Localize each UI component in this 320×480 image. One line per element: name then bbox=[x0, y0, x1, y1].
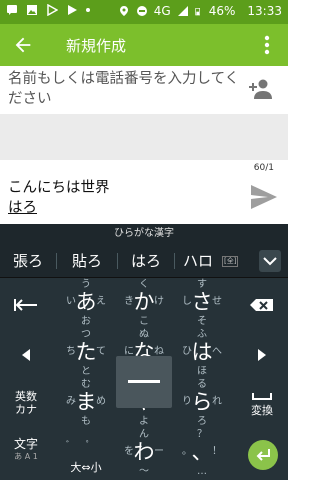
alnum-mode-key[interactable]: 英数 カナ bbox=[2, 380, 50, 430]
char-counter: 60/1 bbox=[253, 163, 274, 173]
henkan-label: 変換 bbox=[251, 404, 273, 417]
do-not-disturb-icon bbox=[136, 6, 147, 16]
back-tab-icon bbox=[14, 299, 37, 311]
input-mode-label: ひらがな漢字 bbox=[0, 224, 288, 244]
play-store-icon bbox=[47, 4, 58, 16]
back-arrow-icon[interactable] bbox=[12, 34, 34, 56]
case-toggle-label: 大⇔小 bbox=[70, 461, 102, 474]
battery-icon bbox=[195, 8, 200, 16]
candidate-item[interactable]: ハロ bbox=[175, 244, 221, 278]
moji-sub-label: あ A 1 bbox=[14, 452, 38, 461]
message-input[interactable]: こんにちは世界 はろ bbox=[8, 178, 110, 218]
key-main-label: あ bbox=[75, 290, 97, 314]
clock: 13:33 bbox=[247, 4, 282, 18]
image-icon bbox=[27, 5, 37, 15]
app-bar: 新規作成 bbox=[0, 24, 288, 66]
space-icon bbox=[252, 393, 272, 400]
popup-char bbox=[128, 380, 160, 383]
enter-icon bbox=[256, 449, 270, 461]
back-tab-key[interactable] bbox=[2, 280, 50, 330]
location-icon bbox=[119, 6, 128, 16]
key-ra[interactable]: るりれろ ら bbox=[170, 379, 234, 430]
status-bar: 4G 46% 13:33 bbox=[0, 0, 288, 24]
expand-candidates-button[interactable] bbox=[259, 250, 281, 272]
svg-text:ﾞ: ﾞ bbox=[66, 440, 71, 452]
key-ha[interactable]: ふひへほ は bbox=[170, 329, 234, 380]
more-vert-icon[interactable] bbox=[256, 33, 278, 57]
key-ka[interactable]: くきけこ か bbox=[112, 279, 176, 330]
convert-key[interactable]: 変換 bbox=[238, 380, 286, 430]
cursor-left-key[interactable] bbox=[2, 330, 50, 380]
candidate-item[interactable]: はろ bbox=[118, 244, 174, 278]
candidate-item[interactable]: 貼ろ bbox=[57, 244, 117, 278]
key-punctuation[interactable]: ？。！… 、 bbox=[170, 429, 234, 480]
page-title: 新規作成 bbox=[66, 37, 127, 55]
fullwidth-tag: [全] bbox=[222, 256, 239, 267]
message-text: こんにちは世界 bbox=[8, 180, 110, 196]
key-main-label: さ bbox=[191, 290, 213, 314]
dakuten-icon: ﾞﾟ bbox=[66, 440, 91, 452]
candidate-bar: 張ろ 貼ろ はろ ハロ [全] bbox=[0, 244, 288, 278]
cursor-right-key[interactable] bbox=[238, 330, 286, 380]
kana-label: カナ bbox=[15, 403, 37, 416]
arrow-left-icon bbox=[22, 349, 30, 361]
send-icon[interactable] bbox=[250, 184, 278, 210]
network-type: 4G bbox=[153, 4, 171, 18]
dot-icon bbox=[86, 8, 90, 12]
message-list-area bbox=[0, 114, 288, 160]
key-main-label: ま bbox=[75, 390, 97, 414]
candidate-item[interactable]: 張ろ bbox=[0, 244, 56, 278]
backspace-key[interactable] bbox=[238, 280, 286, 330]
battery-level: 46% bbox=[208, 4, 236, 18]
moji-label: 文字 bbox=[13, 437, 38, 451]
key-ta[interactable]: つちてと た bbox=[54, 329, 118, 380]
key-main-label: た bbox=[75, 340, 97, 364]
key-main-label: わ bbox=[133, 440, 155, 464]
flick-popup bbox=[116, 356, 172, 408]
key-a[interactable]: ういえお あ bbox=[54, 279, 118, 330]
key-main-label: か bbox=[133, 290, 155, 314]
recipient-row: 名前もしくは電話番号を入力してください bbox=[0, 66, 288, 114]
play-icon bbox=[68, 5, 77, 15]
recipient-input[interactable]: 名前もしくは電話番号を入力してください bbox=[8, 69, 240, 109]
key-main-label: は bbox=[191, 340, 213, 364]
chevron-down-icon bbox=[263, 257, 277, 266]
enter-button[interactable] bbox=[248, 440, 278, 470]
composing-text: はろ bbox=[8, 200, 37, 216]
backspace-icon bbox=[250, 299, 273, 311]
key-case-toggle[interactable]: ﾞﾟ 大⇔小 bbox=[54, 430, 118, 480]
key-main-label: 、 bbox=[191, 440, 213, 464]
signal-icon bbox=[177, 6, 188, 16]
keyboard: ひらがな漢字 張ろ 貼ろ はろ ハロ [全] 英数 カナ 文字 あ A 1 変換… bbox=[0, 224, 288, 480]
eisu-label: 英数 bbox=[15, 390, 37, 403]
add-contact-icon[interactable] bbox=[248, 78, 274, 100]
arrow-right-icon bbox=[258, 349, 266, 361]
key-wa[interactable]: んをー〜 わ bbox=[112, 429, 176, 480]
char-type-key[interactable]: 文字 あ A 1 bbox=[2, 430, 50, 480]
svg-text:ﾟ: ﾟ bbox=[86, 440, 91, 452]
chat-icon bbox=[7, 5, 17, 15]
compose-area: 60/1 こんにちは世界 はろ bbox=[0, 160, 288, 224]
key-main-label: ら bbox=[191, 390, 213, 414]
key-ma[interactable]: むみめも ま bbox=[54, 379, 118, 430]
key-sa[interactable]: すしせそ さ bbox=[170, 279, 234, 330]
